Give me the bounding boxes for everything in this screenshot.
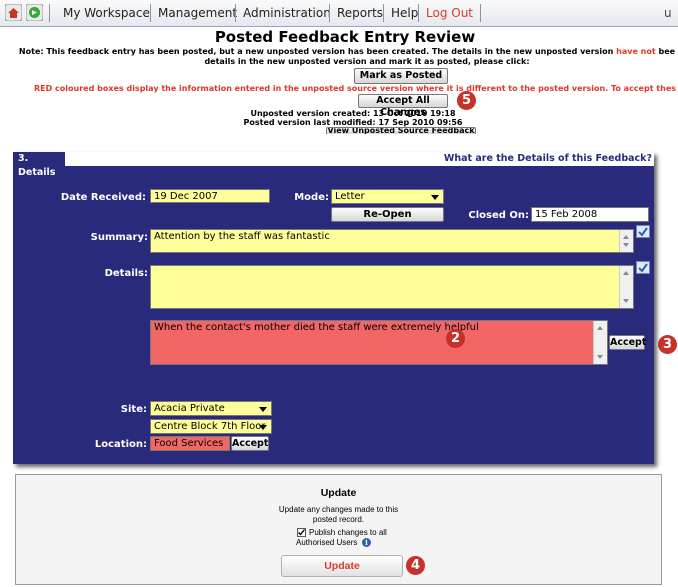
nav-management[interactable]: Management: [158, 0, 237, 26]
scroll-up-icon: [597, 326, 603, 330]
accept-location-button[interactable]: Accept: [231, 436, 269, 451]
nav-user-name: u: [664, 6, 672, 20]
scroll-down-icon: [597, 355, 603, 359]
accept-all-changes-button[interactable]: Accept All Changes: [358, 94, 448, 118]
summary-label: Summary:: [90, 232, 148, 243]
spellcheck-icon[interactable]: [636, 261, 650, 274]
unposted-details-scrollbar[interactable]: [593, 321, 607, 364]
mode-label: Mode:: [294, 192, 329, 203]
details-panel: 3. Details What are the Details of this …: [13, 152, 654, 464]
publish-label-line1: Publish changes to all: [309, 528, 387, 537]
posted-note-highlight: have not: [616, 47, 656, 56]
summary-scrollbar[interactable]: [619, 230, 633, 252]
scroll-down-icon: [623, 299, 629, 303]
site-select[interactable]: Acacia Private: [150, 401, 272, 416]
unposted-details-value: When the contact's mother died the staff…: [154, 322, 479, 333]
summary-value: Attention by the staff was fantastic: [154, 231, 330, 242]
closed-on-label: Closed On:: [468, 210, 529, 221]
nav-reports[interactable]: Reports: [337, 0, 383, 26]
nav-administration[interactable]: Administration: [243, 0, 331, 26]
info-icon[interactable]: i: [362, 538, 371, 547]
date-received-field[interactable]: 19 Dec 2007: [150, 189, 270, 203]
update-title: Update: [320, 487, 357, 499]
callout-5: 4: [406, 556, 425, 575]
unposted-created: Unposted version created: 13 Oct 2010 19…: [250, 109, 456, 118]
refresh-icon[interactable]: [25, 3, 44, 22]
location-label: Location:: [94, 439, 147, 450]
chevron-down-icon: [259, 407, 267, 412]
site-sub-select-value: Centre Block 7th Floor: [154, 421, 266, 432]
update-panel: Update Update any changes made to this p…: [15, 474, 662, 585]
nav-separator: [480, 4, 481, 22]
publish-label-line2: Authorised Users: [296, 538, 358, 547]
nav-separator: [150, 4, 151, 22]
red-boxes-note: RED coloured boxes display the informati…: [34, 84, 677, 93]
mode-select[interactable]: Letter: [331, 189, 444, 204]
details-tab[interactable]: 3. Details: [13, 152, 65, 178]
nav-separator: [418, 4, 419, 22]
nav-separator: [235, 4, 236, 22]
location-field[interactable]: Food Services: [150, 436, 230, 451]
site-select-value: Acacia Private: [154, 403, 225, 414]
callout-3: 3: [658, 335, 677, 354]
site-label: Site:: [120, 404, 147, 415]
closed-on-field[interactable]: 15 Feb 2008: [531, 207, 649, 222]
publish-checkbox[interactable]: [297, 528, 306, 537]
unposted-details-field[interactable]: When the contact's mother died the staff…: [150, 320, 608, 365]
mark-as-posted-button[interactable]: Mark as Posted: [354, 68, 448, 84]
scroll-up-icon: [623, 271, 629, 275]
update-description-line1: Update any changes made to this: [278, 505, 399, 514]
reopen-button[interactable]: Re-Open: [331, 207, 444, 222]
site-sub-select[interactable]: Centre Block 7th Floor: [150, 419, 272, 434]
scroll-up-icon: [623, 235, 629, 239]
details-question: What are the Details of this Feedback?: [443, 153, 652, 164]
update-button[interactable]: Update: [281, 555, 403, 577]
top-nav-bar: My Workspace Management Administration R…: [0, 0, 678, 27]
nav-help[interactable]: Help: [391, 0, 418, 26]
nav-my-workspace[interactable]: My Workspace: [63, 0, 150, 26]
nav-separator: [49, 4, 50, 22]
mode-select-value: Letter: [335, 191, 365, 202]
nav-separator: [383, 4, 384, 22]
posted-last-modified: Posted version last modified: 17 Sep 201…: [243, 118, 463, 127]
chevron-down-icon: [259, 425, 267, 430]
torn-edge: [0, 134, 678, 139]
details-label: Details:: [104, 268, 148, 279]
accept-details-button[interactable]: Accept: [609, 335, 646, 350]
details-field[interactable]: [150, 265, 634, 309]
posted-note-text-end: bee: [655, 47, 676, 56]
home-icon[interactable]: [4, 3, 23, 22]
posted-note-text: Note: This feedback entry has been poste…: [18, 47, 617, 56]
nav-log-out[interactable]: Log Out: [426, 0, 473, 26]
nav-separator: [329, 4, 330, 22]
posted-note-line2: details in the new unposted version and …: [204, 57, 530, 66]
summary-field[interactable]: Attention by the staff was fantastic: [150, 229, 634, 253]
scroll-down-icon: [623, 243, 629, 247]
checkmark-icon: [298, 529, 306, 536]
callout-2: 2: [446, 329, 465, 348]
posted-note: Note: This feedback entry has been poste…: [8, 47, 678, 56]
review-title: Posted Feedback Entry Review: [214, 28, 476, 46]
chevron-down-icon: [431, 195, 439, 200]
date-received-label: Date Received:: [60, 192, 146, 203]
details-scrollbar[interactable]: [619, 266, 633, 308]
update-description-line2: posted record.: [312, 515, 365, 524]
spellcheck-icon[interactable]: [636, 225, 650, 238]
callout-4: 5: [457, 91, 476, 110]
